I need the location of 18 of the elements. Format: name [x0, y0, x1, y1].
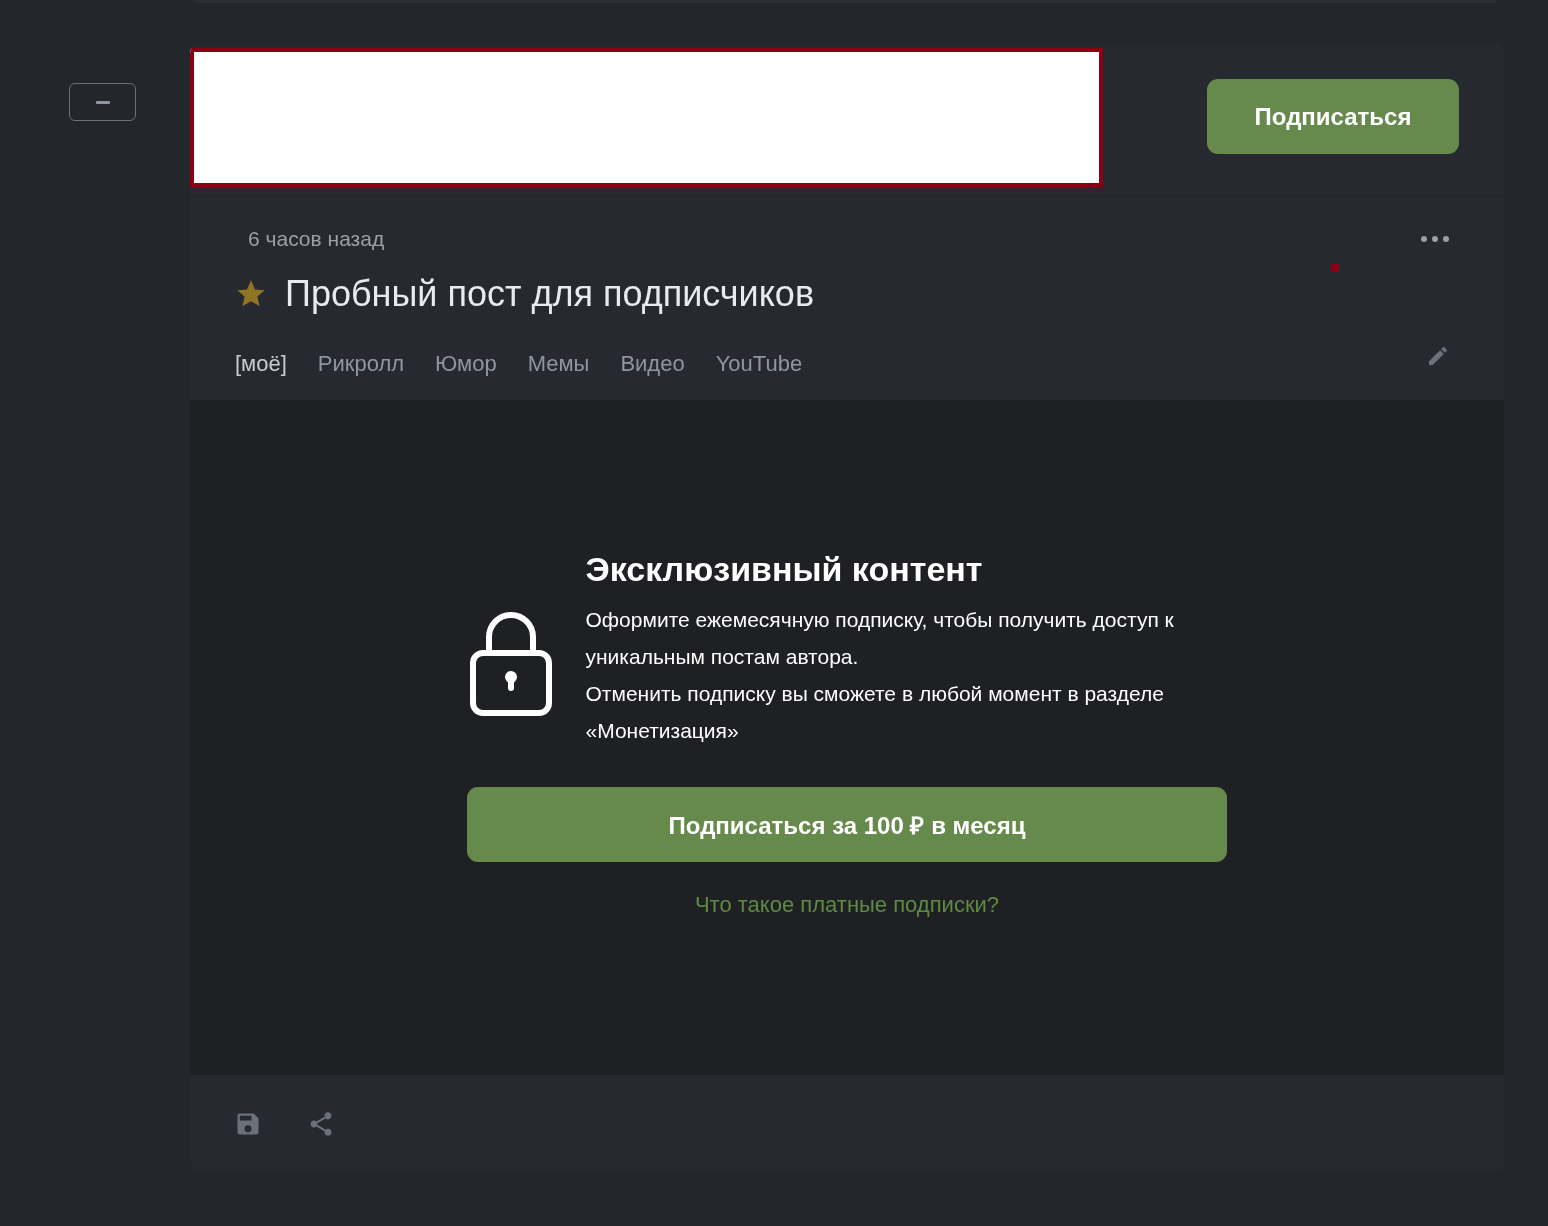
- post-title: Пробный пост для подписчиков: [285, 273, 814, 315]
- edit-icon[interactable]: [1426, 344, 1450, 368]
- tag-link[interactable]: Юмор: [435, 351, 497, 377]
- collapse-button[interactable]: [69, 83, 136, 121]
- more-icon[interactable]: [1420, 235, 1450, 243]
- tag-link[interactable]: Мемы: [527, 351, 590, 377]
- tag-link[interactable]: Рикролл: [317, 351, 405, 377]
- tag-link[interactable]: YouTube: [715, 351, 803, 377]
- tag-link[interactable]: Видео: [620, 351, 685, 377]
- paid-subscriptions-link[interactable]: Что такое платные подписки?: [694, 892, 1000, 918]
- lock-icon: [468, 610, 553, 717]
- post-time: 6 часов назад: [248, 227, 385, 251]
- paywall-title: Эксклюзивный контент: [585, 550, 984, 589]
- tag-link[interactable]: [моё]: [235, 351, 287, 377]
- paywall-text: Отменить подписку вы сможете в любой момент в разделе «Монетизация»: [585, 681, 1165, 744]
- paywall-text: Оформите ежемесячную подписку, чтобы получить доступ к уникальным постам автора.: [585, 607, 1175, 670]
- subscribe-monthly-button[interactable]: Подписаться за 100 ₽ в месяц: [467, 787, 1227, 862]
- subscribe-button[interactable]: Подписаться: [1207, 79, 1459, 154]
